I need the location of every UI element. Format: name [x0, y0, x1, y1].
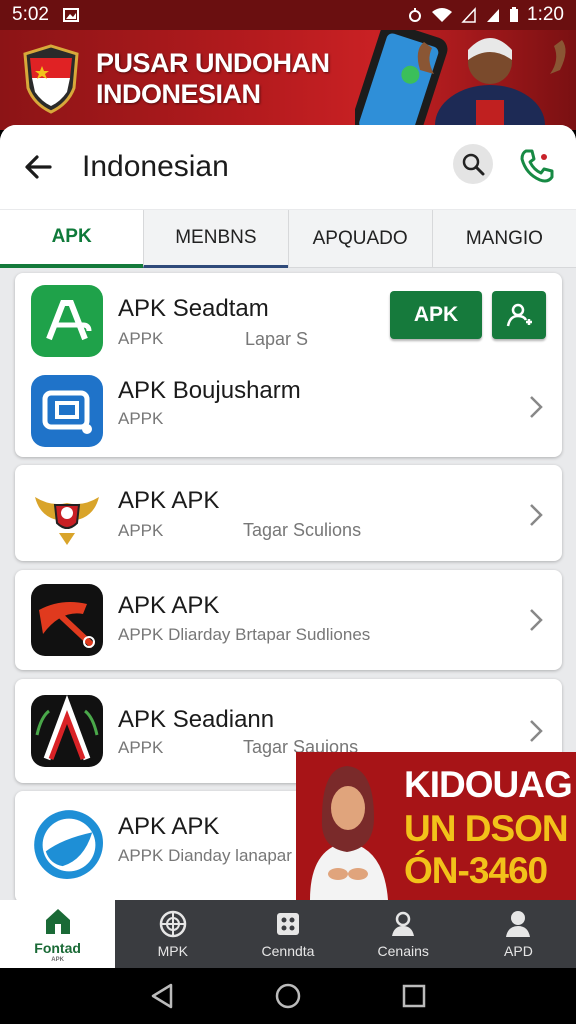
app-subtitle: APPK	[118, 409, 164, 428]
top-app-bar: Indonesian	[0, 125, 576, 209]
system-navigation	[0, 968, 576, 1024]
promo-banner[interactable]: PUSAR UNDOHAN INDONESIAN	[0, 30, 576, 130]
red-a-emblem-icon	[31, 695, 103, 767]
alarm-icon	[409, 8, 422, 22]
globe-icon	[159, 910, 187, 938]
grid-icon	[277, 913, 299, 935]
chevron-right-icon	[530, 609, 543, 631]
arrow-left-icon	[25, 155, 52, 179]
status-time-left: 5:02	[12, 4, 49, 25]
add-person-icon	[506, 303, 532, 327]
signal-icon-2	[487, 9, 500, 22]
back-button[interactable]	[20, 149, 56, 185]
garuda-emblem-icon	[31, 477, 103, 549]
app-subtitle: APPK Dianday lanapar S	[118, 846, 308, 865]
ad-person-photo	[310, 766, 388, 900]
app-subtitle: APPK	[118, 521, 164, 540]
banner-title-line2: INDONESIAN	[96, 79, 261, 109]
signal-icon	[461, 7, 476, 23]
app-name: APK APK	[118, 813, 220, 840]
phone-call-icon	[520, 149, 554, 183]
apk-download-button[interactable]: APK	[390, 291, 482, 339]
nav-item-fontad[interactable]: Fontad APK	[0, 900, 116, 968]
image-icon	[62, 8, 79, 22]
nav-label: Fontad	[34, 939, 81, 956]
call-button[interactable]	[515, 144, 559, 188]
app-name: APK Seadiann	[118, 706, 275, 733]
page-title: Indonesian	[82, 150, 229, 183]
nav-item-cenains[interactable]: Cenains	[346, 900, 461, 968]
nav-item-apd[interactable]: APD	[461, 900, 576, 968]
nav-label: APD	[504, 943, 533, 959]
list-item[interactable]: APK APK APPK Dliarday Brtapar Sudliones	[15, 570, 562, 660]
search-icon	[462, 153, 485, 176]
category-tabs: APK MENBNS APQUADO MANGIO	[0, 210, 576, 268]
battery-icon	[510, 7, 519, 22]
ad-headline-3: ÓN-3460	[404, 850, 548, 891]
chevron-right-icon	[530, 720, 543, 742]
back-triangle-icon[interactable]	[149, 982, 175, 1010]
list-item[interactable]: APK APK APPK Tagar Sculions	[15, 465, 562, 555]
person-photo	[417, 38, 566, 130]
banner-title: PUSAR UNDOHAN INDONESIAN	[96, 48, 330, 110]
home-circle-icon[interactable]	[274, 982, 302, 1010]
app-card-3: APK APK APPK Dliarday Brtapar Sudliones	[15, 570, 562, 670]
tab-apquado[interactable]: APQUADO	[287, 210, 432, 268]
tab-mangio[interactable]: MANGIO	[431, 210, 576, 268]
nav-label: Cenndta	[261, 943, 315, 959]
chevron-right-icon	[530, 504, 543, 526]
app-name: APK APK	[118, 487, 220, 514]
ad-headline-1: KIDOUAG	[404, 764, 573, 805]
app-name: APK Boujusharm	[118, 377, 301, 404]
banner-title-line1: PUSAR UNDOHAN	[96, 48, 330, 78]
app-name: APK APK	[118, 592, 220, 619]
nav-label: Cenains	[377, 943, 429, 959]
app-card-2: APK APK APPK Tagar Sculions	[15, 465, 562, 561]
app-subtitle: APPK	[118, 329, 164, 348]
shield-emblem-icon	[23, 44, 79, 114]
red-tool-icon	[31, 584, 103, 656]
nav-sublabel: APK	[51, 956, 64, 963]
profile-icon	[506, 911, 531, 937]
app-subtitle-2: Lapar S	[245, 329, 309, 349]
ad-headline-2: UN DSON	[404, 808, 569, 849]
nav-item-cenndta[interactable]: Cenndta	[230, 900, 345, 968]
blue-globe-icon	[31, 807, 103, 879]
wifi-icon	[432, 8, 453, 22]
app-subtitle: APPK Dliarday Brtapar Sudliones	[118, 625, 371, 644]
app-name: APK Seadtam	[118, 295, 269, 322]
tab-apk[interactable]: APK	[0, 210, 144, 268]
nav-item-mpk[interactable]: MPK	[115, 900, 230, 968]
list-item[interactable]: APK Boujusharm APPK	[15, 365, 562, 455]
person-group-icon	[392, 911, 415, 936]
list-item[interactable]: APK Seadtam APPK Lapar S APK	[15, 273, 562, 363]
recents-square-icon[interactable]	[401, 983, 427, 1009]
home-icon	[45, 908, 70, 934]
nav-label: MPK	[157, 943, 188, 959]
add-contact-button[interactable]	[492, 291, 546, 339]
chevron-right-icon	[530, 396, 543, 418]
app-subtitle: APPK	[118, 738, 164, 757]
tab-menbns[interactable]: MENBNS	[143, 210, 288, 268]
status-bar: 5:02 1:20	[0, 0, 576, 30]
blue-chat-icon	[31, 375, 103, 447]
app-card-1: APK Seadtam APPK Lapar S APK APK Boujush…	[15, 273, 562, 457]
status-time-right: 1:20	[527, 4, 564, 25]
green-a-icon	[31, 285, 103, 357]
app-subtitle-2: Tagar Sculions	[243, 520, 362, 540]
search-button[interactable]	[453, 144, 493, 184]
advertisement-overlay[interactable]: KIDOUAG UN DSON ÓN-3460	[296, 752, 576, 900]
bottom-navigation: Fontad APK MPK Cenndta Cenains APD	[0, 900, 576, 968]
